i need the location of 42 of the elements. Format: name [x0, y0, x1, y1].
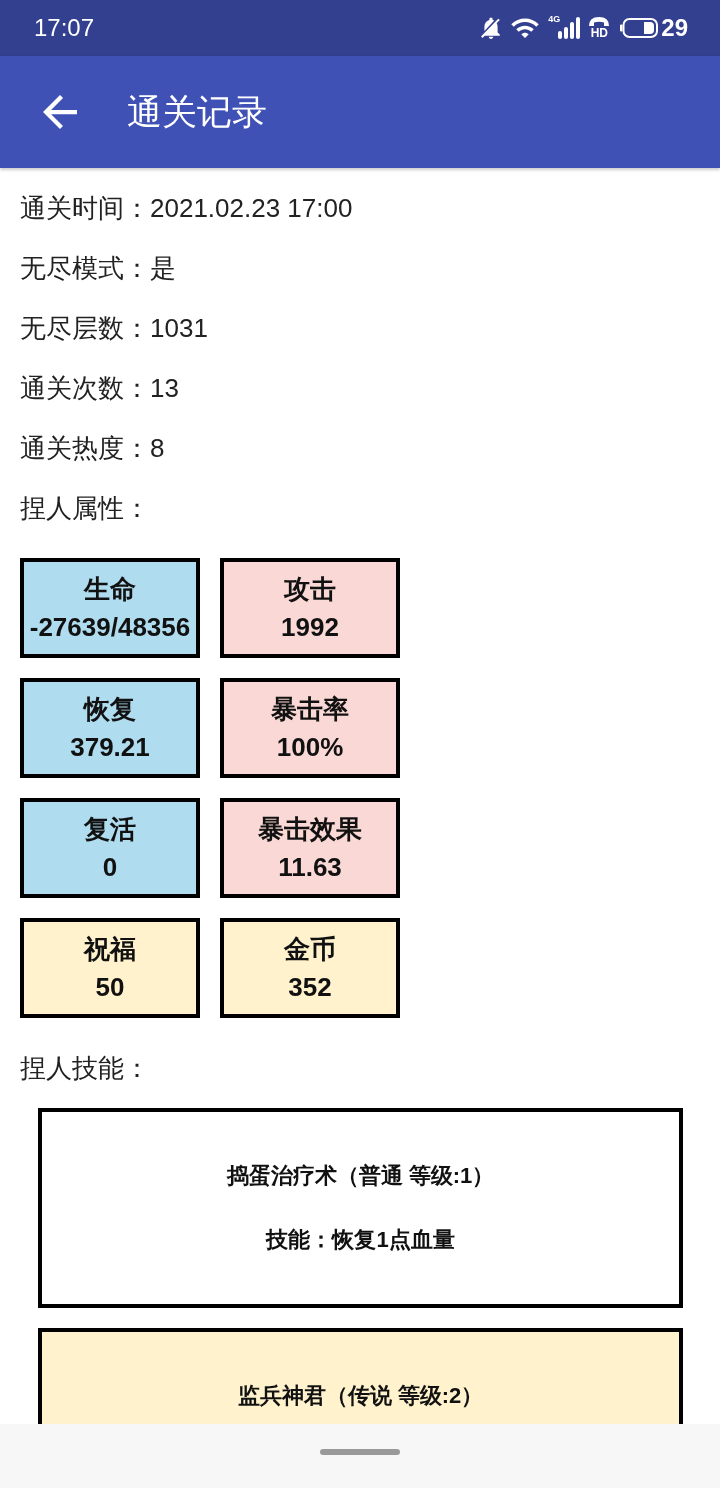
record-value: 8	[150, 432, 165, 464]
record-value: 2021.02.23 17:00	[150, 192, 353, 224]
record-label: 通关时间：	[20, 191, 150, 225]
record-value: 13	[150, 372, 179, 404]
skill-name: 捣蛋治疗术（普通 等级:1）	[226, 1162, 495, 1190]
stat-label: 金币	[284, 933, 336, 966]
record-value: 1031	[150, 312, 208, 344]
stat-value: 379.21	[70, 731, 150, 764]
battery-percent: 29	[661, 14, 688, 42]
record-label: 无尽模式：	[20, 251, 150, 285]
stat-value: -27639/48356	[29, 611, 191, 644]
stat-value: 1992	[281, 611, 339, 644]
battery-icon	[620, 18, 659, 38]
back-arrow-icon	[43, 95, 77, 129]
stat-label: 恢复	[84, 693, 136, 726]
skill-name: 监兵神君（传说 等级:2）	[237, 1382, 484, 1410]
hd-label: HD	[590, 27, 608, 39]
section-heading: 捏人技能：	[20, 1051, 150, 1085]
stat-value: 100%	[276, 731, 344, 764]
stat-label: 生命	[84, 573, 136, 606]
skill-description: 技能：恢复1点血量	[266, 1226, 455, 1254]
network-type-label: 4G	[548, 14, 561, 24]
record-label: 通关次数：	[20, 371, 150, 405]
muted-bell-icon	[480, 17, 503, 39]
section-heading: 捏人属性：	[20, 491, 150, 525]
status-time: 17:07	[34, 14, 95, 42]
stat-label: 复活	[84, 813, 136, 846]
wifi-icon	[511, 18, 540, 38]
record-value: 是	[150, 251, 176, 285]
stat-label: 暴击效果	[258, 813, 362, 846]
phone-icon	[589, 17, 610, 26]
stat-label: 祝福	[84, 933, 136, 966]
stat-value: 11.63	[278, 851, 342, 884]
stat-value: 50	[95, 971, 125, 1004]
signal-icon	[558, 17, 581, 39]
stat-value: 0	[102, 851, 118, 884]
page-title: 通关记录	[127, 90, 267, 133]
stat-label: 攻击	[284, 573, 336, 606]
record-label: 通关热度：	[20, 431, 150, 465]
stat-value: 352	[288, 971, 332, 1004]
stat-label: 暴击率	[271, 693, 349, 726]
record-label: 无尽层数：	[20, 311, 150, 345]
